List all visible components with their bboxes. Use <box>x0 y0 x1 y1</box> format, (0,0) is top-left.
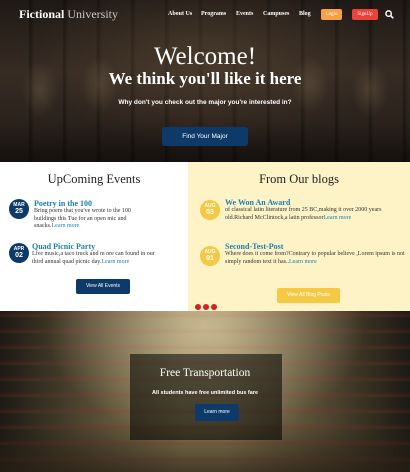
carousel-dot[interactable] <box>211 304 217 310</box>
nav-blog[interactable]: Blog <box>299 11 311 17</box>
hero-question: Why don't you check out the major you're… <box>118 99 292 106</box>
event-text: Live music,a taco truck and m ore can fo… <box>32 251 155 265</box>
event-description: Live music,a taco truck and m ore can fo… <box>32 251 162 266</box>
blog-text: of classical latin literature from 25 BC… <box>225 207 382 221</box>
event-date-badge[interactable]: APR 02 <box>9 243 29 263</box>
transportation-subtitle: All students have free unlimited bus far… <box>151 390 259 396</box>
blog-learn-more[interactable]: Learn more <box>323 215 351 221</box>
blog-day: 01 <box>206 255 214 262</box>
login-button[interactable]: Login <box>321 9 342 20</box>
hero-title: Welcome! <box>153 43 257 70</box>
find-your-major-button[interactable]: Find Your Major <box>162 127 248 146</box>
blog-day: 03 <box>206 209 214 216</box>
blog-title[interactable]: We Won An Award <box>225 198 290 207</box>
blog-date-badge[interactable]: AUG 03 <box>200 200 220 220</box>
blogs-heading: From Our blogs <box>259 172 339 186</box>
event-date-badge[interactable]: MAR 25 <box>9 199 29 219</box>
nav-programs[interactable]: Programs <box>201 11 226 17</box>
event-day: 25 <box>15 208 23 215</box>
event-title[interactable]: Quad Picnic Party <box>32 242 95 251</box>
transportation-learn-more-button[interactable]: Learn more <box>195 404 239 421</box>
search-icon[interactable] <box>385 10 394 19</box>
top-navbar: Fictional University About Us Programs E… <box>0 0 410 28</box>
event-learn-more[interactable]: Learn more <box>52 223 80 229</box>
event-day: 02 <box>15 252 23 259</box>
transportation-title: Free Transportation <box>159 367 251 379</box>
upcoming-events-section: UpComing Events MAR 25 Poetry in the 100… <box>0 162 188 311</box>
blog-excerpt: of classical latin literature from 25 BC… <box>225 207 400 222</box>
signup-button[interactable]: SignUp <box>352 9 378 20</box>
blog-date-badge[interactable]: AUG 01 <box>200 246 220 266</box>
nav-campuses[interactable]: Campuses <box>263 11 289 17</box>
events-heading: UpComing Events <box>47 172 141 186</box>
blog-title[interactable]: Second-Test-Post <box>225 242 283 251</box>
view-all-blog-posts-button[interactable]: View All Blog Posts <box>277 288 340 303</box>
carousel-dot[interactable] <box>195 304 201 310</box>
nav-about-us[interactable]: About Us <box>168 11 192 17</box>
logo-main: Fictional <box>19 7 65 21</box>
event-title[interactable]: Poetry in the 100 <box>34 199 92 208</box>
site-logo[interactable]: Fictional University <box>19 7 118 22</box>
logo-sub: University <box>67 7 118 21</box>
event-learn-more[interactable]: Learn more <box>101 259 129 265</box>
event-description: Bring poem that you've wrote to the 100 … <box>34 208 154 231</box>
blog-learn-more[interactable]: Learn more <box>289 259 317 265</box>
hero-subtitle: We think you'll like it here <box>108 69 302 88</box>
view-all-events-button[interactable]: View All Events <box>76 279 130 294</box>
carousel-dot[interactable] <box>203 304 209 310</box>
blogs-section: From Our blogs AUG 03 We Won An Award of… <box>188 162 410 311</box>
blog-excerpt: Where does it come from?Contrary to popu… <box>225 251 405 266</box>
nav-events[interactable]: Events <box>236 11 253 17</box>
event-text: Bring poem that you've wrote to the 100 … <box>34 208 131 229</box>
